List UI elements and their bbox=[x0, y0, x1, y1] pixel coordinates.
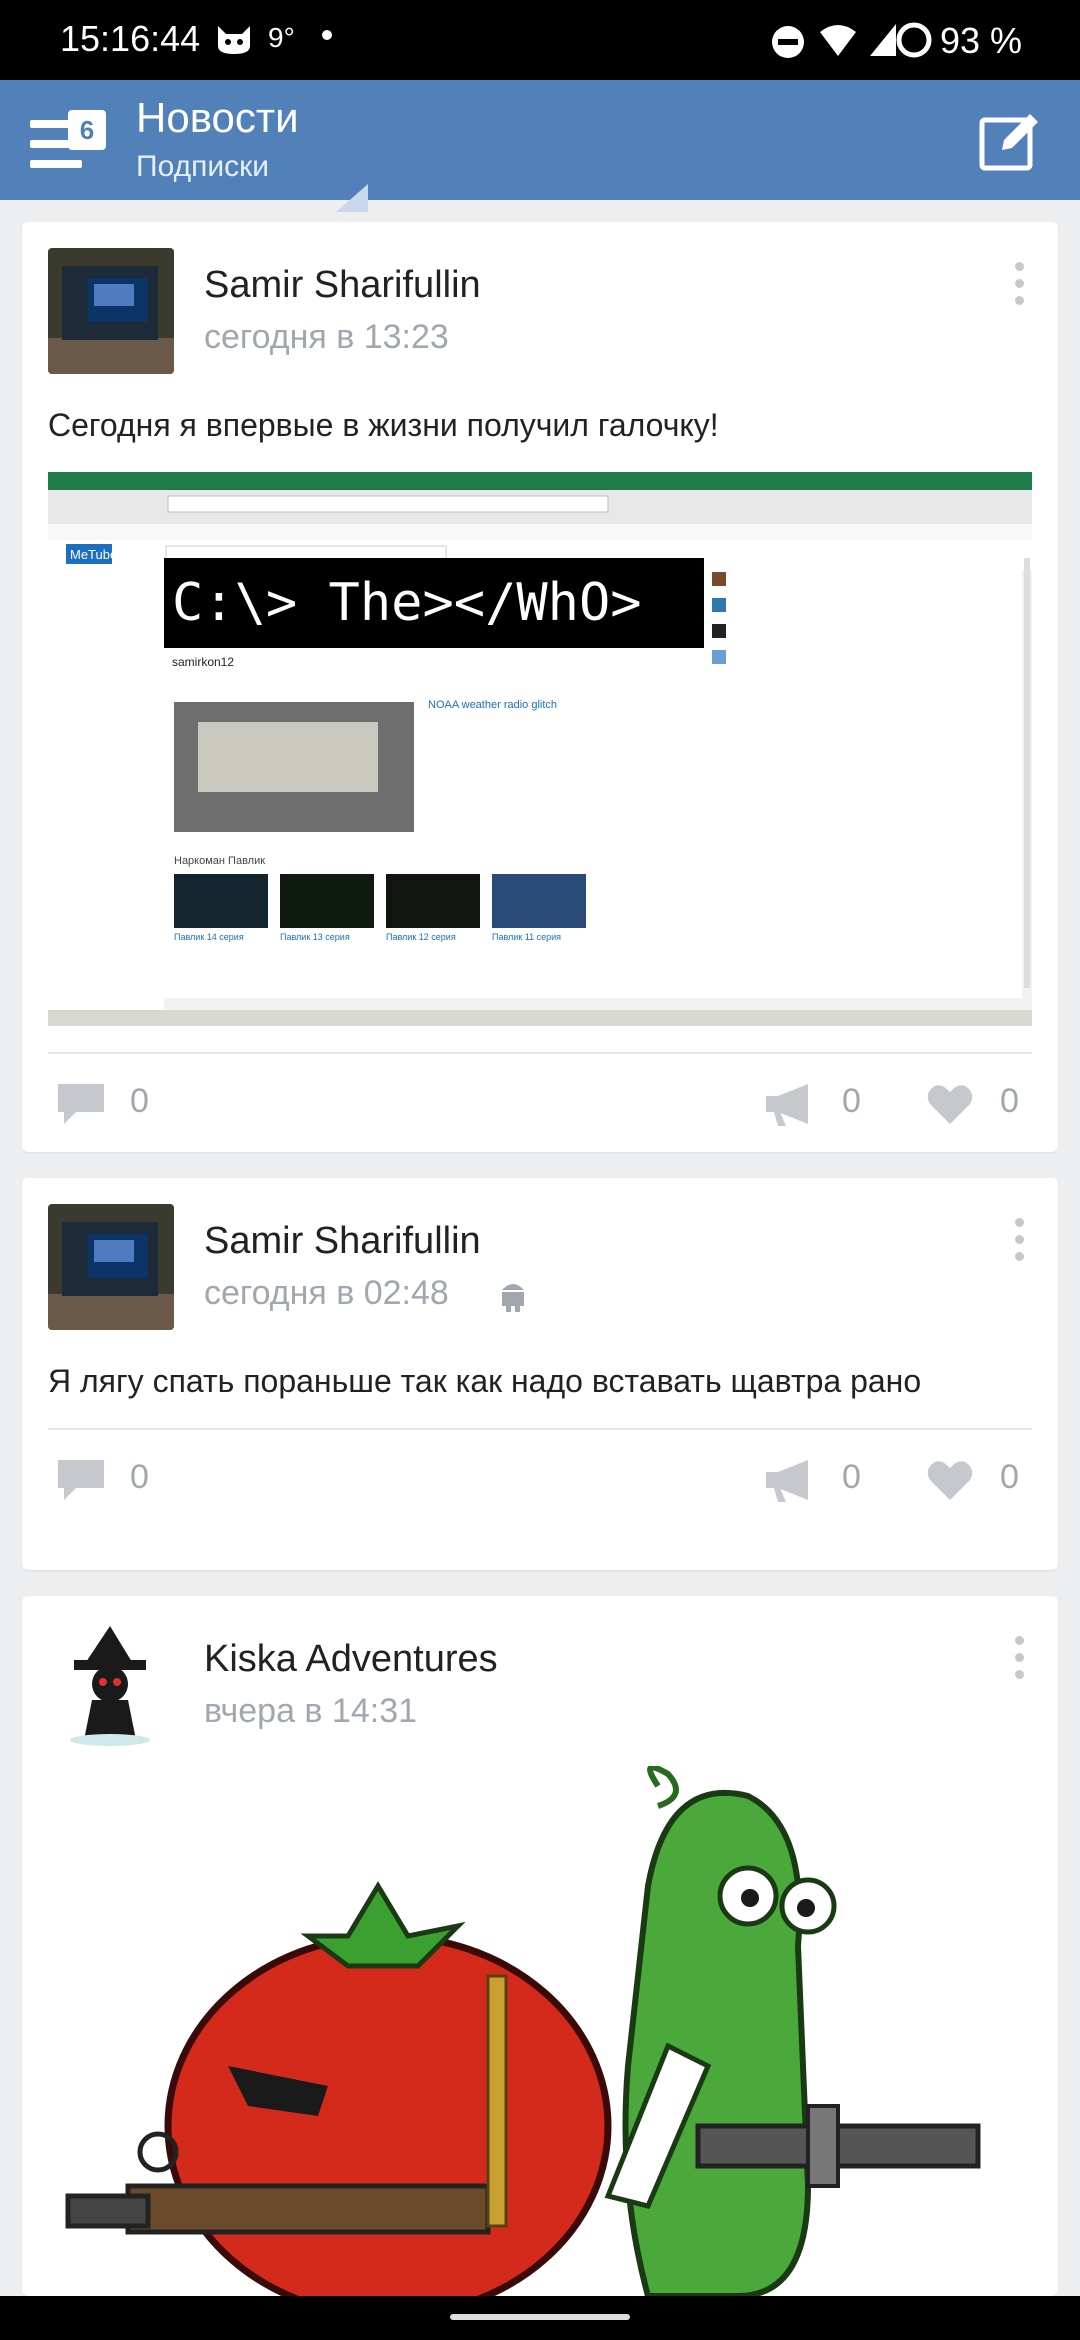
edit-button[interactable] bbox=[978, 110, 1042, 174]
post-time: вчера в 14:31 bbox=[204, 1692, 418, 1730]
post-sticker-image[interactable] bbox=[48, 1766, 1032, 2296]
screenshot-video-2: Павлик 13 серия bbox=[280, 932, 350, 942]
repost-icon[interactable] bbox=[764, 1082, 814, 1126]
comment-count: 0 bbox=[130, 1458, 149, 1496]
screenshot-section-title: Наркоман Павлик bbox=[174, 855, 265, 867]
post-card: Samir Sharifullin сегодня в 13:23 Сегодн… bbox=[22, 222, 1058, 1152]
avatar[interactable] bbox=[48, 248, 174, 374]
navigation-bar bbox=[0, 2296, 1080, 2340]
more-options-icon[interactable] bbox=[1012, 1218, 1026, 1262]
menu-icon-line bbox=[30, 160, 82, 168]
like-count: 0 bbox=[1000, 1082, 1019, 1120]
post-author[interactable]: Kiska Adventures bbox=[204, 1638, 498, 1681]
news-feed: Samir Sharifullin сегодня в 13:23 Сегодн… bbox=[22, 222, 1058, 2322]
page-title: Новости bbox=[136, 94, 299, 141]
like-icon[interactable] bbox=[926, 1458, 974, 1502]
wifi-icon bbox=[818, 22, 858, 63]
comment-icon[interactable] bbox=[56, 1082, 106, 1126]
repost-count: 0 bbox=[842, 1458, 861, 1496]
screenshot-video-4: Павлик 11 серия bbox=[492, 932, 561, 942]
screenshot-site-name: MeTube bbox=[70, 547, 117, 562]
post-header: Samir Sharifullin сегодня в 02:48 bbox=[22, 1178, 1058, 1330]
notification-dot-icon bbox=[322, 30, 332, 40]
edit-icon bbox=[979, 114, 1038, 171]
avatar[interactable] bbox=[48, 1622, 174, 1748]
home-gesture-handle[interactable] bbox=[450, 2314, 630, 2320]
comment-count: 0 bbox=[130, 1082, 149, 1120]
android-icon bbox=[502, 1284, 524, 1312]
comment-icon[interactable] bbox=[56, 1458, 106, 1502]
post-actions: 0 0 0 bbox=[22, 1054, 1058, 1154]
screenshot-banner-text: C:\> The></WhO> bbox=[172, 573, 642, 633]
post-time: сегодня в 02:48 bbox=[204, 1274, 449, 1312]
screenshot-channel-name: samirkon12 bbox=[172, 655, 234, 669]
screenshot-video-title: NOAA weather radio glitch bbox=[428, 699, 557, 711]
post-card: Samir Sharifullin сегодня в 02:48 Я лягу… bbox=[22, 1178, 1058, 1570]
cat-notification-icon bbox=[214, 22, 254, 61]
battery-icon bbox=[894, 20, 934, 65]
post-author[interactable]: Samir Sharifullin bbox=[204, 264, 481, 307]
post-author[interactable]: Samir Sharifullin bbox=[204, 1220, 481, 1263]
like-icon[interactable] bbox=[926, 1082, 974, 1126]
dropdown-triangle-icon bbox=[336, 184, 368, 212]
repost-icon[interactable] bbox=[764, 1458, 814, 1502]
status-bar: 15:16:44 9° 93 % bbox=[0, 0, 1080, 80]
feed-filter-dropdown[interactable]: Подписки bbox=[136, 150, 269, 184]
post-actions: 0 0 0 bbox=[22, 1430, 1058, 1530]
status-time: 15:16:44 bbox=[60, 18, 201, 59]
do-not-disturb-icon bbox=[770, 24, 806, 65]
more-options-icon[interactable] bbox=[1012, 262, 1026, 306]
post-text: Я лягу спать пораньше так как надо встав… bbox=[48, 1363, 922, 1399]
post-header: Samir Sharifullin сегодня в 13:23 bbox=[22, 222, 1058, 374]
repost-count: 0 bbox=[842, 1082, 861, 1120]
status-temperature: 9° bbox=[268, 22, 295, 53]
avatar[interactable] bbox=[48, 1204, 174, 1330]
post-time: сегодня в 13:23 bbox=[204, 318, 449, 356]
more-options-icon[interactable] bbox=[1012, 1636, 1026, 1680]
screenshot-video-1: Павлик 14 серия bbox=[174, 932, 244, 942]
post-header: Kiska Adventures вчера в 14:31 bbox=[22, 1596, 1058, 1748]
post-image[interactable]: MeTube C:\> The></WhO> samirkon12 NOAA w… bbox=[48, 472, 1032, 1026]
app-bar: 6 Новости Подписки bbox=[0, 80, 1080, 212]
screenshot-video-3: Павлик 12 серия bbox=[386, 932, 456, 942]
menu-badge: 6 bbox=[68, 110, 106, 150]
battery-percent: 93 % bbox=[940, 20, 1023, 61]
post-card: Kiska Adventures вчера в 14:31 bbox=[22, 1596, 1058, 2296]
menu-button[interactable]: 6 bbox=[30, 104, 110, 180]
like-count: 0 bbox=[1000, 1458, 1019, 1496]
post-text: Сегодня я впервые в жизни получил галочк… bbox=[48, 407, 719, 443]
